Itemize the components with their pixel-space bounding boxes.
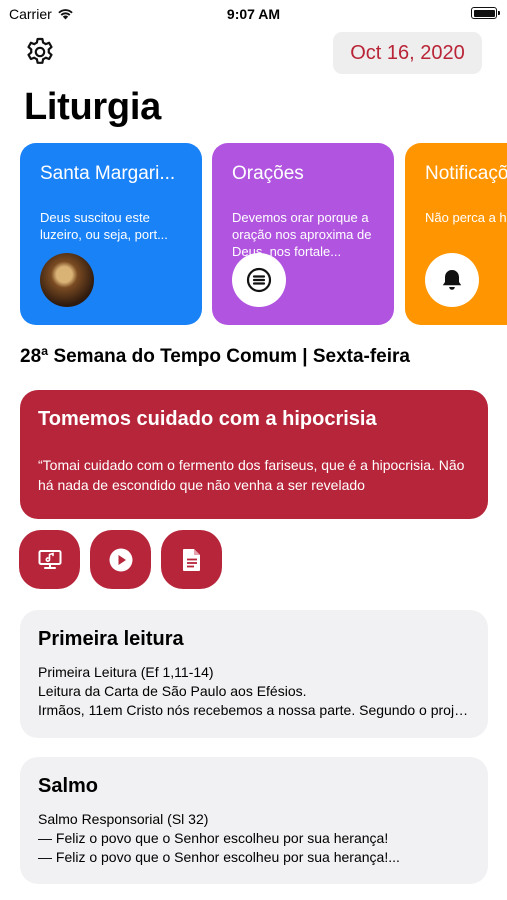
first-reading-line: Irmãos, 11em Cristo nós recebemos a noss… [38,702,470,718]
saint-card-text: Deus suscitou este luzeiro, ou seja, por… [40,210,168,242]
tv-music-button[interactable] [19,530,80,589]
first-reading-line: Primeira Leitura (Ef 1,11-14) [38,664,214,680]
gospel-actions [19,530,222,589]
list-icon [246,267,272,293]
psalm-line: Salmo Responsorial (Sl 32) [38,811,209,827]
date-button[interactable]: Oct 16, 2020 [333,32,482,74]
notifications-card[interactable]: Notificações Não perca a hora de orar [405,143,507,325]
first-reading-line: Leitura da Carta de São Paulo aos Efésio… [38,683,307,699]
first-reading-card[interactable]: Primeira leitura Primeira Leitura (Ef 1,… [20,610,488,738]
liturgical-week: 28ª Semana do Tempo Comum | Sexta-feira [20,346,410,367]
psalm-card[interactable]: Salmo Salmo Responsorial (Sl 32) — Feliz… [20,757,488,884]
tv-music-icon [38,549,61,569]
prayers-card[interactable]: Orações Devemos orar porque a oração nos… [212,143,394,325]
feature-cards[interactable]: Santa Margari... Deus suscitou este luze… [20,143,507,327]
gospel-text: “Tomai cuidado com o fermento dos farise… [38,457,465,493]
prayers-card-icon [232,253,286,307]
document-icon [182,548,200,571]
saint-card[interactable]: Santa Margari... Deus suscitou este luze… [20,143,202,325]
saint-portrait [40,253,94,307]
battery-icon [471,7,500,19]
psalm-title: Salmo [38,775,99,797]
notifications-card-text: Não perca a hora de orar [425,210,507,225]
bell-icon [442,270,462,290]
notifications-card-icon [425,253,479,307]
prayers-card-title: Orações [232,163,304,184]
clock: 9:07 AM [226,6,281,22]
play-icon [109,548,132,571]
saint-card-title: Santa Margari... [40,163,176,184]
first-reading-title: Primeira leitura [38,628,184,650]
gear-icon[interactable] [24,36,56,68]
gospel-card[interactable]: Tomemos cuidado com a hipocrisia “Tomai … [20,390,488,519]
play-button[interactable] [90,530,151,589]
status-bar: Carrier 9:07 AM [0,0,507,28]
battery-fill [473,9,495,17]
notifications-card-title: Notificações [425,163,507,184]
psalm-line: — Feliz o povo que o Senhor escolheu por… [38,830,389,846]
document-button[interactable] [161,530,222,589]
page-title: Liturgia [24,86,161,128]
gospel-title: Tomemos cuidado com a hipocrisia [38,408,377,430]
psalm-line: — Feliz o povo que o Senhor escolheu por… [38,849,400,865]
